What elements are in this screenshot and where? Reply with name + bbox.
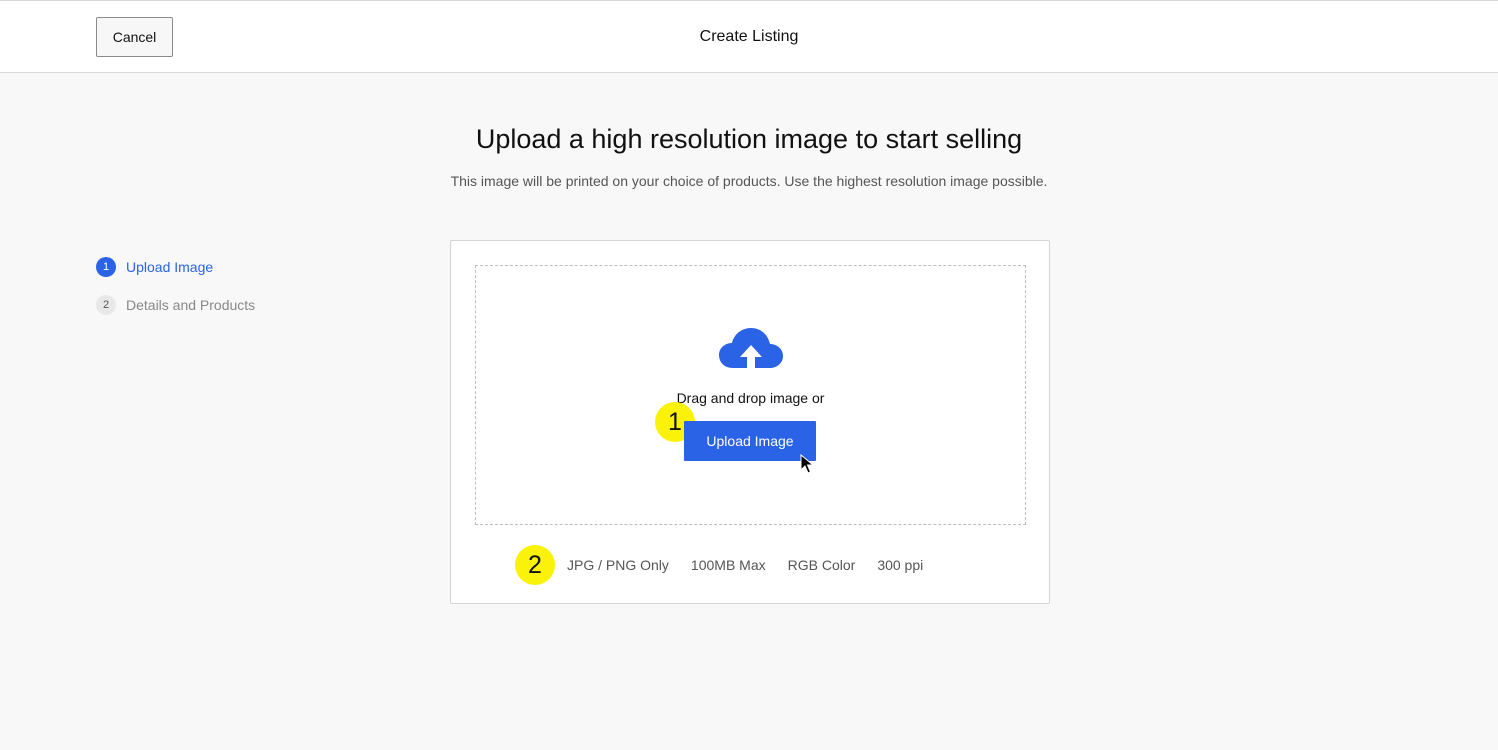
page-title: Create Listing	[699, 28, 799, 45]
annotation-badge-2: 2	[515, 545, 555, 585]
upload-image-button[interactable]: Upload Image	[684, 421, 816, 461]
step-number-badge: 2	[96, 295, 116, 315]
upload-headline: Upload a high resolution image to start …	[475, 124, 1023, 154]
cancel-button[interactable]: Cancel	[96, 17, 173, 57]
top-header: Create Listing Cancel	[0, 0, 1498, 73]
drag-and-drop-text: Drag and drop image or	[676, 390, 825, 406]
mouse-cursor-icon	[800, 454, 814, 474]
image-dropzone[interactable]: Drag and drop image or 1 Upload Image	[475, 265, 1026, 525]
requirement-color-mode: RGB Color	[787, 557, 856, 573]
upload-card: Drag and drop image or 1 Upload Image 2 …	[450, 240, 1050, 604]
requirement-resolution: 300 ppi	[877, 557, 924, 573]
upload-subheadline: This image will be printed on your choic…	[450, 173, 1048, 189]
requirement-max-size: 100MB Max	[690, 557, 766, 573]
file-requirements: 2 JPG / PNG Only 100MB Max RGB Color 300…	[515, 545, 945, 585]
requirement-file-type: JPG / PNG Only	[567, 557, 669, 573]
step-label: Upload Image	[126, 259, 214, 275]
step-number-badge: 1	[96, 257, 116, 277]
cloud-upload-icon	[719, 328, 783, 368]
step-label: Details and Products	[126, 297, 256, 313]
step-upload-image[interactable]: 1 Upload Image	[96, 257, 213, 277]
step-details-and-products[interactable]: 2 Details and Products	[96, 295, 255, 315]
